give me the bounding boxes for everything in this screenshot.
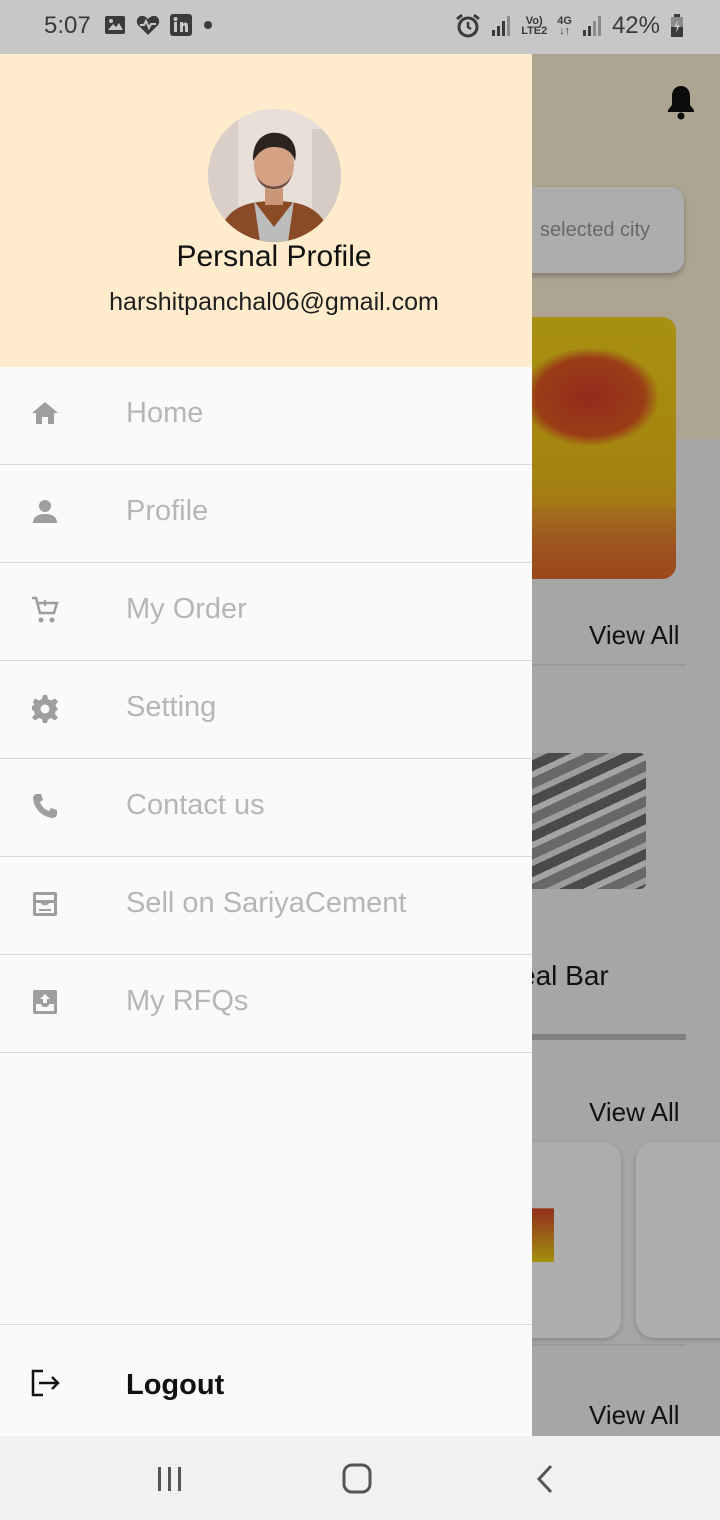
menu-item-label: My Order: [126, 593, 247, 625]
notification-icons: [104, 14, 214, 36]
signal-icon: [492, 16, 511, 36]
menu-item-label: My RFQs: [126, 985, 249, 1017]
phone-icon: [33, 794, 57, 818]
menu-item-profile[interactable]: Profile: [0, 465, 532, 563]
system-navigation-bar: [0, 1436, 720, 1520]
profile-name: Persnal Profile: [176, 240, 372, 273]
logout-icon: [31, 1369, 60, 1397]
volte-indicator: Vo) LTE2: [521, 15, 548, 37]
system-icons: Vo) LTE2 4G ↓↑ 42%: [455, 12, 684, 40]
navigation-drawer: Persnal Profile harshitpanchal06@gmail.c…: [0, 54, 532, 1436]
menu-item-setting[interactable]: Setting: [0, 661, 532, 759]
menu-item-my-order[interactable]: My Order: [0, 563, 532, 661]
recent-apps-icon[interactable]: [150, 1462, 190, 1496]
avatar-photo: [208, 109, 341, 242]
status-time: 5:07: [44, 12, 91, 39]
menu-item-home[interactable]: Home: [0, 367, 532, 465]
home-button-icon[interactable]: [337, 1462, 377, 1496]
menu-item-label: Home: [126, 397, 204, 429]
dot-icon: [204, 21, 212, 29]
menu-item-label: Setting: [126, 691, 217, 723]
logout-button[interactable]: Logout: [0, 1325, 532, 1436]
heart-icon: [136, 15, 160, 35]
drawer-header: Persnal Profile harshitpanchal06@gmail.c…: [0, 54, 532, 367]
image-icon: [105, 16, 125, 34]
drawer-menu: Home Profile My Order Setting Contact us…: [0, 367, 532, 1053]
logout-label: Logout: [126, 1369, 225, 1401]
battery-percent: 42%: [611, 12, 660, 39]
back-icon[interactable]: [526, 1462, 566, 1496]
profile-email: harshitpanchal06@gmail.com: [109, 288, 439, 316]
inbox-icon: [33, 892, 57, 916]
home-icon: [32, 402, 58, 424]
person-icon: [33, 500, 57, 523]
network-4g-indicator: 4G ↓↑: [557, 15, 572, 37]
menu-item-label: Sell on SariyaCement: [126, 887, 407, 919]
alarm-icon: [456, 13, 481, 38]
signal-icon: [582, 16, 601, 36]
gear-icon: [32, 695, 58, 723]
battery-icon: [671, 14, 683, 37]
menu-item-sell-on-sariyacement[interactable]: Sell on SariyaCement: [0, 857, 532, 955]
cart-icon: [32, 596, 59, 623]
menu-item-contact-us[interactable]: Contact us: [0, 759, 532, 857]
menu-item-my-rfqs[interactable]: My RFQs: [0, 955, 532, 1053]
status-bar: 5:07 Vo) LTE2 4G ↓↑ 42%: [0, 0, 720, 54]
menu-item-label: Contact us: [126, 789, 265, 821]
linkedin-icon: [170, 14, 192, 36]
menu-item-label: Profile: [126, 495, 209, 527]
upload-box-icon: [33, 990, 57, 1014]
avatar[interactable]: [208, 109, 341, 242]
